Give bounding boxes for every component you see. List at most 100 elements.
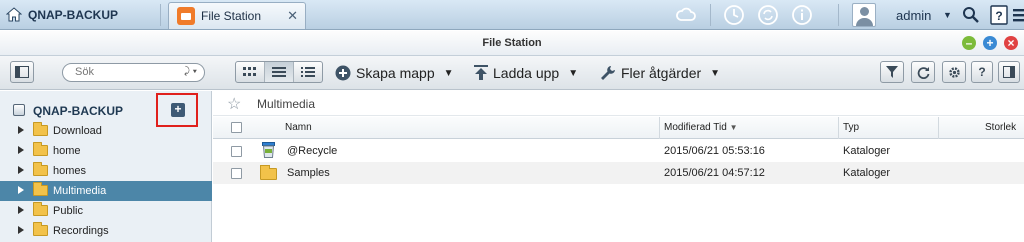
create-folder-button[interactable]: Skapa mapp ▼ [335, 63, 454, 83]
taskbar-divider [710, 4, 711, 26]
window-title: File Station [0, 31, 1024, 56]
tree-item-home[interactable]: home [0, 141, 212, 161]
column-divider[interactable] [838, 117, 839, 139]
more-actions-label: Fler åtgärder [621, 65, 702, 81]
user-name[interactable]: admin [896, 8, 931, 23]
cloud-icon[interactable] [674, 3, 698, 27]
svg-text:?: ? [995, 9, 1002, 23]
expand-arrow-icon[interactable] [18, 166, 24, 174]
folder-icon [33, 122, 48, 136]
search-icon[interactable] [959, 3, 983, 27]
detail-view-button[interactable] [294, 62, 322, 82]
app-tab-label: File Station [201, 9, 262, 23]
panel-toggle-button[interactable] [998, 61, 1020, 83]
taskbar: QNAP-BACKUP File Station ✕ admin ▼ ? [0, 0, 1024, 30]
file-modified: 2015/06/21 04:57:12 [664, 167, 765, 179]
tree-item-recordings[interactable]: Recordings [0, 221, 212, 241]
folder-icon [260, 165, 277, 180]
search-field[interactable]: ⤸ ▾ [62, 63, 205, 82]
file-modified: 2015/06/21 05:53:16 [664, 145, 765, 157]
thumbnail-view-button[interactable] [236, 62, 265, 82]
expand-arrow-icon[interactable] [18, 186, 24, 194]
folder-icon [33, 222, 48, 236]
close-tab-icon[interactable]: ✕ [287, 8, 298, 24]
star-icon[interactable]: ☆ [227, 94, 241, 114]
more-actions-button[interactable]: Fler åtgärder ▼ [600, 63, 720, 83]
settings-button[interactable] [942, 61, 966, 83]
table-row[interactable]: @Recycle 2015/06/21 05:53:16 Kataloger [213, 140, 1024, 162]
breadcrumb: ☆ Multimedia [213, 91, 1024, 116]
upload-button[interactable]: Ladda upp ▼ [474, 63, 578, 83]
folder-icon [33, 142, 48, 156]
wrench-icon [601, 66, 615, 80]
tree-root-label: QNAP-BACKUP [33, 104, 123, 118]
app-tab-file-station[interactable]: File Station ✕ [168, 2, 306, 29]
file-station-icon [177, 7, 195, 25]
tree-item-homes[interactable]: homes [0, 161, 212, 181]
sync-icon[interactable] [756, 3, 780, 27]
row-checkbox[interactable] [231, 168, 242, 179]
gear-icon [948, 66, 960, 78]
refresh-icon [917, 66, 929, 79]
toggle-sidebar-button[interactable] [10, 61, 34, 83]
file-type: Kataloger [843, 145, 891, 157]
table-row[interactable]: Samples 2015/06/21 04:57:12 Kataloger [213, 162, 1024, 184]
chevron-down-icon: ▼ [443, 67, 454, 79]
folder-icon [33, 182, 48, 196]
column-type[interactable]: Typ [843, 122, 859, 133]
tree-item-label: homes [53, 165, 87, 177]
column-size[interactable]: Storlek [985, 122, 1016, 133]
select-all-checkbox[interactable] [231, 122, 242, 133]
help-button[interactable]: ? [971, 61, 993, 83]
breadcrumb-path[interactable]: Multimedia [257, 97, 315, 111]
chevron-down-icon: ▼ [710, 67, 721, 79]
upload-icon [474, 65, 488, 80]
upload-label: Ladda upp [493, 65, 560, 81]
column-modified[interactable]: Modifierad Tid ▼ [664, 122, 738, 133]
expand-arrow-icon[interactable] [18, 206, 24, 214]
tree-item-label: Download [53, 125, 102, 137]
home-label: QNAP-BACKUP [28, 8, 118, 22]
info-icon[interactable] [790, 3, 814, 27]
chevron-down-icon[interactable]: ▼ [943, 10, 952, 20]
taskbar-divider [838, 4, 839, 26]
search-options-icon[interactable]: ⤸ ▾ [184, 66, 197, 77]
column-divider[interactable] [659, 117, 660, 139]
tree-item-multimedia[interactable]: Multimedia [0, 181, 212, 201]
view-mode-group [235, 61, 323, 83]
minimize-icon[interactable]: – [962, 36, 976, 50]
tree-item-public[interactable]: Public [0, 201, 212, 221]
tree-item-label: Recordings [53, 225, 109, 237]
column-divider[interactable] [938, 117, 939, 139]
home-button[interactable]: QNAP-BACKUP [6, 0, 118, 30]
list-view-button[interactable] [265, 62, 294, 82]
expand-arrow-icon[interactable] [18, 226, 24, 234]
nas-icon [13, 104, 25, 116]
expand-arrow-icon[interactable] [18, 146, 24, 154]
file-name: Samples [287, 167, 330, 179]
tree-item-label: Multimedia [53, 185, 107, 197]
panel-icon [1003, 66, 1015, 78]
detail-list-icon [301, 67, 315, 77]
folder-icon [33, 202, 48, 216]
folder-icon [33, 162, 48, 176]
filter-button[interactable] [880, 61, 904, 83]
grid-icon [243, 67, 256, 76]
refresh-button[interactable] [911, 61, 935, 83]
avatar[interactable] [852, 3, 876, 27]
options-menu-icon[interactable] [1008, 3, 1024, 27]
column-modified-label: Modifierad Tid [664, 122, 727, 133]
column-name[interactable]: Namn [285, 122, 312, 133]
taskbar-divider [160, 4, 161, 26]
question-icon: ? [978, 65, 986, 79]
close-window-icon[interactable]: × [1004, 36, 1018, 50]
chevron-down-icon: ▼ [568, 67, 579, 79]
filter-icon [886, 66, 898, 78]
expand-arrow-icon[interactable] [18, 126, 24, 134]
row-checkbox[interactable] [231, 146, 242, 157]
highlight-box [156, 93, 198, 127]
clock-icon[interactable] [722, 3, 746, 27]
file-type: Kataloger [843, 167, 891, 179]
maximize-icon[interactable]: + [983, 36, 997, 50]
search-input[interactable] [75, 66, 175, 78]
